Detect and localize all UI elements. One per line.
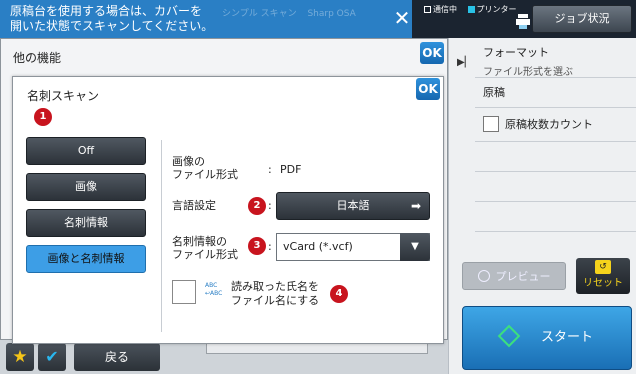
card-format-select[interactable]: vCard (*.vcf) ▼ xyxy=(276,233,430,261)
star-icon[interactable]: ★ xyxy=(6,343,34,371)
triangle-down-icon[interactable]: ▼ xyxy=(400,233,430,261)
name-as-filename-label: 読み取った氏名を ファイル名にする xyxy=(231,280,319,308)
card-format-label: 名刺情報の ファイル形式 xyxy=(172,235,238,261)
original-count-item[interactable]: 原稿枚数カウント xyxy=(475,108,636,142)
status-comm-label: 通信中 xyxy=(433,5,457,14)
status-printer-label: プリンター xyxy=(476,5,517,14)
play-arrow-icon: ▶▏ xyxy=(457,57,473,68)
background-shortcuts: シンプル スキャン Sharp OSA xyxy=(222,6,382,34)
abc-file-icon: ABC ↩ABC xyxy=(205,282,223,297)
comm-indicator-icon xyxy=(424,6,431,13)
back-button[interactable]: 戻る xyxy=(74,343,160,371)
vertical-divider xyxy=(161,140,162,332)
ghost-sharp-osa: Sharp OSA xyxy=(307,9,356,19)
name-option-line2: ファイル名にする xyxy=(231,294,320,307)
other-functions-ok-button[interactable]: OK xyxy=(420,42,444,64)
image-format-label-line2: ファイル形式 xyxy=(172,168,238,181)
language-label: 言語設定 xyxy=(172,199,216,212)
card-format-label-line1: 名刺情報の xyxy=(172,235,227,248)
printer-indicator-icon xyxy=(467,6,475,13)
card-format-label-line2: ファイル形式 xyxy=(172,248,238,261)
format-title: フォーマット xyxy=(483,46,549,59)
mode-image-button[interactable]: 画像 xyxy=(26,173,146,201)
printer-icon xyxy=(516,14,530,29)
other-functions-title: 他の機能 xyxy=(13,51,62,65)
colon: : xyxy=(268,240,272,253)
step-badge-2: 2 xyxy=(248,197,266,215)
preview-icon xyxy=(477,270,490,282)
original-label: 原稿 xyxy=(483,86,505,99)
original-count-checkbox[interactable] xyxy=(483,116,499,132)
job-status-button[interactable]: ジョブ状況 xyxy=(532,5,632,33)
reset-label: リセット xyxy=(583,278,623,289)
business-card-ok-button[interactable]: OK xyxy=(416,78,440,100)
start-button[interactable]: スタート xyxy=(462,306,632,370)
original-item[interactable]: 原稿 xyxy=(475,78,636,108)
arrow-right-icon: ➡ xyxy=(410,199,421,213)
image-format-value: PDF xyxy=(280,163,302,176)
name-option-line1: 読み取った氏名を xyxy=(231,280,319,293)
step-badge-1: 1 xyxy=(34,108,52,126)
language-value: 日本語 xyxy=(336,199,370,212)
mode-off-button[interactable]: Off xyxy=(26,137,146,165)
image-format-label: 画像の ファイル形式 xyxy=(172,155,238,181)
empty-row xyxy=(475,172,636,202)
mode-image-and-card-info-button[interactable]: 画像と名刺情報 xyxy=(26,245,146,273)
colon: : xyxy=(268,163,272,176)
check-icon[interactable]: ✔ xyxy=(38,343,66,371)
empty-row xyxy=(475,202,636,232)
card-format-value: vCard (*.vcf) xyxy=(283,240,353,253)
mode-card-info-button[interactable]: 名刺情報 xyxy=(26,209,146,237)
original-count-label: 原稿枚数カウント xyxy=(505,118,593,131)
top-bar: 原稿台を使用する場合は、カバーを 開いた状態でスキャンしてください。 シンプル … xyxy=(0,0,636,38)
empty-row xyxy=(475,142,636,172)
ghost-simple-scan: シンプル スキャン xyxy=(222,9,297,19)
business-card-scan-title: 名刺スキャン xyxy=(27,89,100,103)
reset-button[interactable]: ↺ リセット xyxy=(576,258,630,294)
start-label: スタート xyxy=(540,330,593,345)
preview-button[interactable]: プレビュー xyxy=(462,262,566,290)
colon: : xyxy=(268,199,272,212)
step-badge-3: 3 xyxy=(248,237,266,255)
start-icon xyxy=(497,324,521,348)
close-icon[interactable]: ✕ xyxy=(392,8,412,28)
format-item[interactable]: フォーマット ファイル形式を選ぶ xyxy=(475,38,636,78)
language-button[interactable]: 日本語 ➡ xyxy=(276,192,430,220)
status-indicators: 通信中 プリンター xyxy=(424,4,525,15)
reset-icon: ↺ xyxy=(595,260,611,274)
image-format-label-line1: 画像の xyxy=(172,155,205,168)
preview-label: プレビュー xyxy=(495,270,551,283)
step-badge-4: 4 xyxy=(330,285,348,303)
name-as-filename-checkbox[interactable] xyxy=(172,280,196,304)
format-subtitle: ファイル形式を選ぶ xyxy=(483,67,573,78)
